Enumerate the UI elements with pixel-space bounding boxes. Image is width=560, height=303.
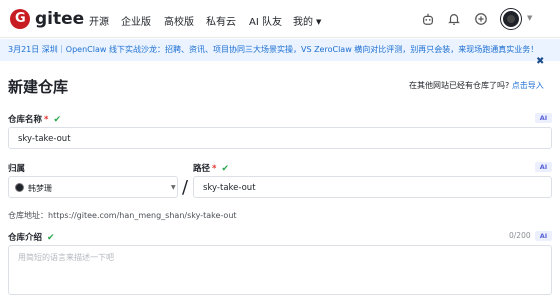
repo-name-input[interactable]: sky-take-out (8, 127, 552, 149)
owner-label-text: 归属 (8, 164, 26, 174)
import-hint-text: 在其他网站已经有仓库了吗? (409, 81, 510, 90)
ai-generate-button[interactable]: AI (535, 231, 552, 241)
check-icon: ✔ (47, 233, 55, 243)
path-label: 路径 * ✔ (193, 162, 229, 174)
ai-generate-button[interactable]: AI (535, 162, 552, 172)
chevron-down-icon[interactable]: ▼ (527, 14, 532, 22)
announcement-text[interactable]: 3月21日 深圳｜OpenClaw 线下实战沙龙：招聘、资讯、项目协同三大场景实… (8, 44, 538, 55)
chevron-down-icon: ▼ (171, 184, 176, 191)
nav-link-open-source[interactable]: 开源 (89, 13, 109, 28)
check-icon: ✔ (221, 164, 230, 174)
plus-circle-icon[interactable] (474, 12, 488, 26)
repo-name-label-text: 仓库名称 (8, 115, 43, 125)
repo-path-value: sky-take-out (203, 183, 256, 193)
bell-icon[interactable] (447, 12, 461, 26)
owner-label: 归属 (8, 162, 25, 174)
repo-path-input[interactable]: sky-take-out (193, 176, 552, 198)
bot-icon[interactable] (421, 12, 435, 26)
owner-avatar (15, 183, 24, 192)
chevron-down-icon: ▼ (316, 18, 322, 26)
brand-name[interactable]: gitee (35, 9, 84, 29)
user-avatar[interactable] (501, 9, 521, 29)
owner-select[interactable]: 韩梦珊 ▼ (8, 176, 178, 198)
import-link[interactable]: 点击导入 (512, 81, 544, 90)
top-nav: G gitee 开源 企业版 高校版 私有云 AI 队友 我的 ▼ ▼ (0, 0, 560, 38)
check-icon: ✔ (53, 115, 62, 125)
import-hint: 在其他网站已经有仓库了吗? 点击导入 (409, 80, 544, 91)
owner-name: 韩梦珊 (28, 184, 52, 193)
required-mark: * (212, 164, 217, 174)
close-icon[interactable]: ✖ (536, 56, 544, 67)
repo-name-value: sky-take-out (18, 134, 71, 144)
repo-address: 仓库地址：https://gitee.com/han_meng_shan/sky… (8, 211, 237, 220)
required-mark: * (44, 115, 49, 125)
path-separator: / (182, 177, 189, 198)
desc-char-counter: 0/200 (509, 231, 531, 240)
desc-label-text: 仓库介绍 (8, 233, 43, 243)
nav-link-enterprise[interactable]: 企业版 (121, 13, 151, 28)
ai-generate-button[interactable]: AI (535, 113, 552, 123)
nav-link-mine-label: 我的 (293, 17, 313, 28)
gitee-logo-icon[interactable]: G (10, 9, 30, 29)
nav-link-private-cloud[interactable]: 私有云 (206, 13, 236, 28)
repo-name-label: 仓库名称 * ✔ (8, 113, 61, 125)
desc-placeholder: 用简短的语言来描述一下吧 (18, 253, 114, 262)
nav-link-education[interactable]: 高校版 (164, 13, 194, 28)
announcement-bar[interactable]: 3月21日 深圳｜OpenClaw 线下实战沙龙：招聘、资讯、项目协同三大场景实… (0, 39, 560, 61)
page-title: 新建仓库 (8, 78, 69, 96)
repo-description-textarea[interactable]: 用简短的语言来描述一下吧 (8, 245, 552, 295)
nav-link-mine[interactable]: 我的 ▼ (293, 13, 321, 28)
nav-link-ai-teammate[interactable]: AI 队友 (249, 13, 282, 28)
path-label-text: 路径 (193, 164, 211, 174)
desc-label: 仓库介绍 ✔ (8, 231, 55, 243)
